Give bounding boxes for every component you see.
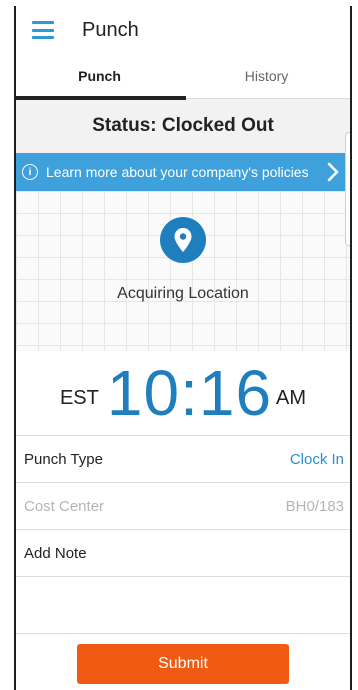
add-note-row[interactable]: Add Note (16, 529, 350, 577)
punch-type-row[interactable]: Punch Type Clock In (16, 435, 350, 482)
active-tab-indicator (16, 96, 186, 100)
status-text: Status: Clocked Out (16, 99, 350, 153)
cost-center-value: BH0/183 (285, 497, 344, 515)
scrollbar[interactable] (345, 132, 350, 246)
add-note-label: Add Note (24, 544, 87, 562)
info-icon: i (22, 164, 38, 180)
tab-bar: Punch History (16, 54, 350, 100)
location-pin-icon (160, 217, 206, 263)
tab-punch[interactable]: Punch (16, 54, 183, 98)
timezone: EST (59, 386, 99, 409)
location-status: Acquiring Location (117, 285, 249, 302)
banner-text: Learn more about your company's policies (46, 164, 309, 180)
cost-center-label: Cost Center (24, 497, 105, 515)
footer: Submit (16, 633, 350, 690)
tab-history[interactable]: History (183, 54, 350, 98)
clock-ampm: AM (276, 386, 307, 409)
page-title: Punch (82, 18, 139, 41)
punch-type-label: Punch Type (24, 450, 103, 468)
cost-center-row: Cost Center BH0/183 (16, 482, 350, 529)
hamburger-icon[interactable] (32, 21, 54, 39)
punch-type-value[interactable]: Clock In (290, 451, 344, 468)
top-bar: Punch (16, 6, 350, 54)
policies-banner[interactable]: i Learn more about your company's polici… (16, 153, 350, 191)
chevron-right-icon[interactable] (326, 162, 340, 182)
time-display: EST 10:16 AM (16, 351, 350, 435)
location-map: Acquiring Location (16, 191, 350, 351)
app-screen: Punch Punch History Status: Clocked Out … (14, 6, 352, 690)
clock-time: 10:16 (106, 357, 273, 429)
submit-button[interactable]: Submit (77, 644, 289, 684)
